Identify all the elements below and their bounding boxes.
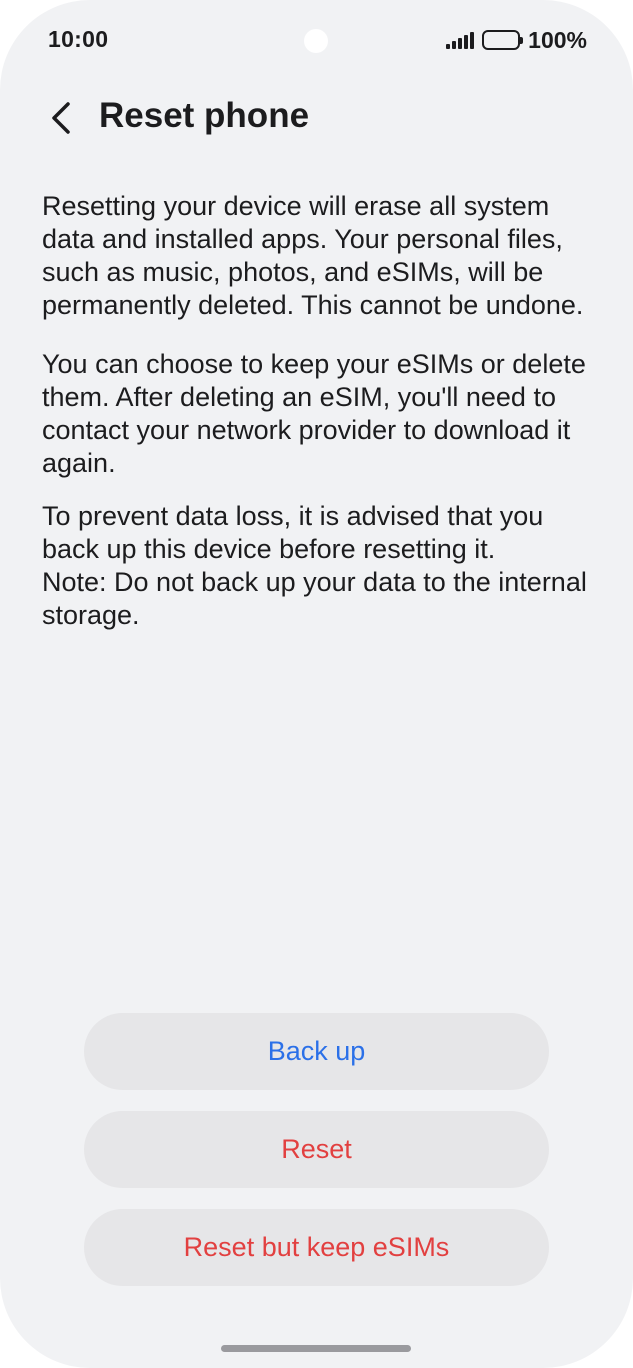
- erase-warning-text: Resetting your device will erase all sys…: [42, 191, 584, 320]
- battery-percentage: 100%: [528, 26, 587, 53]
- back-up-button[interactable]: Back up: [84, 1013, 549, 1090]
- chevron-left-icon: [52, 102, 70, 134]
- battery-icon: [482, 30, 524, 50]
- home-indicator[interactable]: [221, 1345, 411, 1352]
- reset-description: Resetting your device will erase all sys…: [42, 190, 602, 632]
- action-buttons: Back up Reset Reset but keep eSIMs: [84, 1013, 549, 1307]
- reset-keep-esims-button[interactable]: Reset but keep eSIMs: [84, 1209, 549, 1286]
- backup-advice-text: To prevent data loss, it is advised that…: [42, 501, 544, 564]
- status-indicators: 100%: [446, 26, 587, 54]
- esim-info-text: You can choose to keep your eSIMs or del…: [42, 349, 586, 478]
- front-camera: [304, 29, 328, 53]
- reset-button[interactable]: Reset: [84, 1111, 549, 1188]
- status-bar: 10:00 100%: [0, 0, 633, 80]
- phone-screen: 10:00 100% Reset phone Resetting your de…: [0, 0, 633, 1368]
- header: Reset phone: [0, 88, 633, 148]
- signal-icon: [446, 31, 475, 49]
- status-time: 10:00: [48, 26, 109, 52]
- back-button[interactable]: [36, 92, 88, 144]
- storage-note-text: Note: Do not back up your data to the in…: [42, 567, 587, 630]
- page-title: Reset phone: [99, 96, 310, 135]
